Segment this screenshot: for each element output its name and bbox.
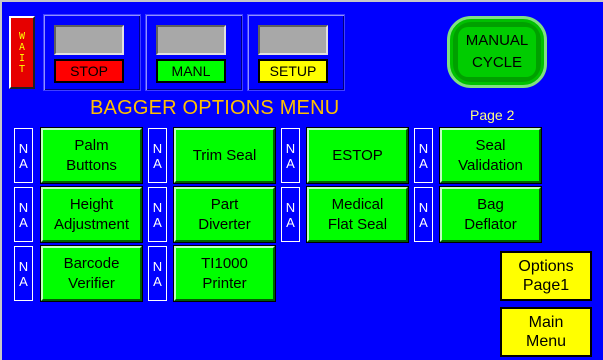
na-letter-a: A	[19, 273, 28, 289]
trim-seal-option[interactable]: Trim Seal	[174, 128, 275, 183]
setup-status-lamp	[258, 25, 328, 55]
palm-buttons-option[interactable]: Palm Buttons	[41, 128, 142, 183]
stop-panel: STOP	[43, 14, 141, 91]
na-letter-a: A	[153, 214, 162, 230]
na-indicator-height-adjustment: NA	[14, 187, 33, 242]
na-letter-a: A	[19, 214, 28, 230]
manl-button[interactable]: MANL	[156, 59, 226, 83]
na-letter-n: N	[152, 258, 163, 274]
options-page1-button[interactable]: Options Page1	[500, 251, 592, 301]
na-letter-n: N	[152, 140, 163, 156]
na-indicator-ti1000-printer: NA	[148, 246, 167, 301]
na-indicator-medical-flat-seal: NA	[281, 187, 300, 242]
barcode-verifier-option[interactable]: Barcode Verifier	[41, 246, 142, 301]
na-letter-n: N	[285, 199, 296, 215]
height-adjustment-option[interactable]: Height Adjustment	[41, 187, 142, 242]
na-indicator-seal-validation: NA	[414, 128, 433, 183]
na-letter-a: A	[286, 214, 295, 230]
setup-button[interactable]: SETUP	[258, 59, 328, 83]
na-indicator-trim-seal: NA	[148, 128, 167, 183]
manl-panel: MANL	[145, 14, 243, 91]
setup-panel: SETUP	[247, 14, 345, 91]
na-indicator-bag-deflator: NA	[414, 187, 433, 242]
stop-status-lamp	[54, 25, 124, 55]
stop-button[interactable]: STOP	[54, 59, 124, 83]
page-title: BAGGER OPTIONS MENU	[90, 97, 340, 119]
manl-status-lamp	[156, 25, 226, 55]
na-letter-n: N	[18, 258, 29, 274]
part-diverter-option[interactable]: Part Diverter	[174, 187, 275, 242]
seal-validation-option[interactable]: Seal Validation	[440, 128, 541, 183]
ti1000-printer-option[interactable]: TI1000 Printer	[174, 246, 275, 301]
na-letter-a: A	[286, 155, 295, 171]
page-number-label: Page 2	[470, 107, 515, 123]
na-letter-a: A	[419, 155, 428, 171]
estop-option[interactable]: ESTOP	[307, 128, 408, 183]
wait-label: WAIT	[18, 30, 26, 75]
na-letter-n: N	[152, 199, 163, 215]
manual-cycle-line2: CYCLE	[471, 54, 523, 71]
na-indicator-estop: NA	[281, 128, 300, 183]
manual-cycle-face: MANUAL CYCLE	[458, 27, 536, 77]
manual-cycle-button[interactable]: MANUAL CYCLE	[447, 16, 547, 88]
manual-cycle-line1: MANUAL	[465, 32, 529, 49]
na-letter-n: N	[18, 140, 29, 156]
medical-flat-seal-option[interactable]: Medical Flat Seal	[307, 187, 408, 242]
main-menu-button[interactable]: Main Menu	[500, 307, 592, 357]
na-letter-a: A	[153, 155, 162, 171]
na-letter-n: N	[18, 199, 29, 215]
na-indicator-palm-buttons: NA	[14, 128, 33, 183]
bag-deflator-option[interactable]: Bag Deflator	[440, 187, 541, 242]
na-letter-a: A	[153, 273, 162, 289]
na-indicator-barcode-verifier: NA	[14, 246, 33, 301]
na-letter-n: N	[418, 199, 429, 215]
wait-indicator: WAIT	[9, 16, 35, 89]
na-letter-a: A	[419, 214, 428, 230]
na-letter-n: N	[418, 140, 429, 156]
na-indicator-part-diverter: NA	[148, 187, 167, 242]
na-letter-a: A	[19, 155, 28, 171]
na-letter-n: N	[285, 140, 296, 156]
